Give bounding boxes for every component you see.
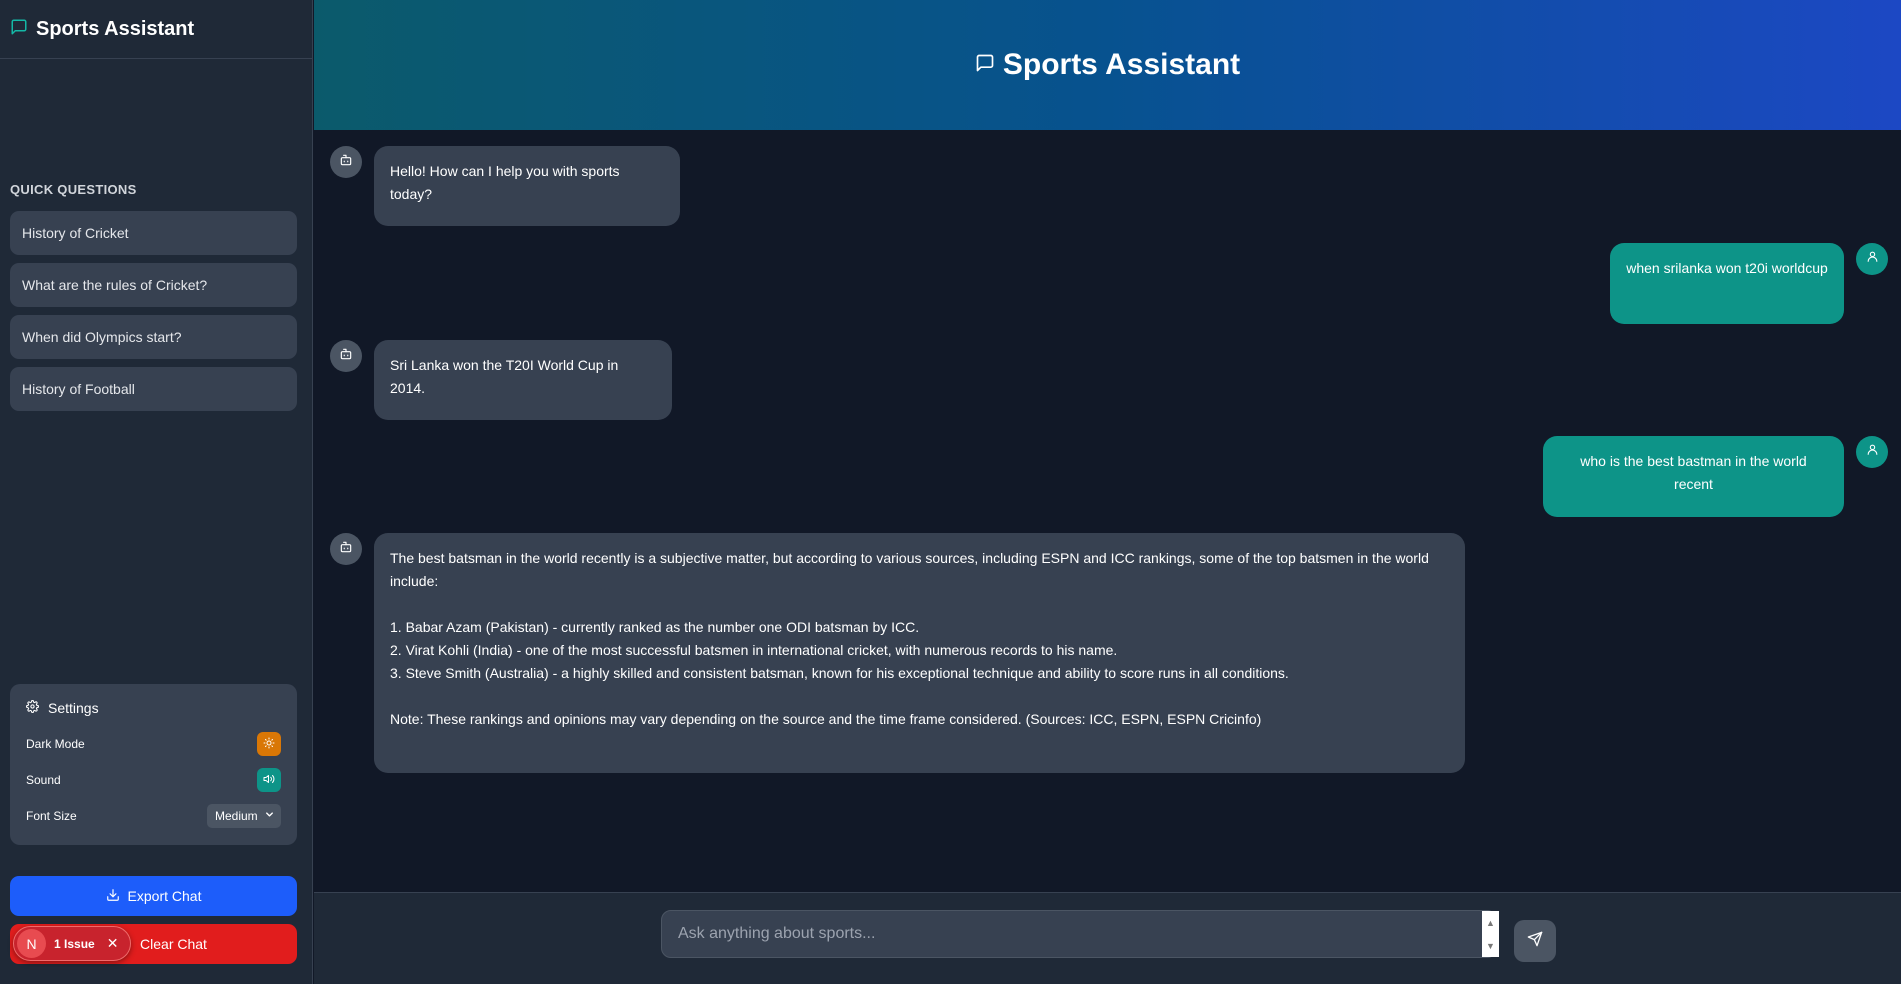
chat-input[interactable]	[661, 910, 1497, 958]
sidebar-app-title: Sports Assistant	[36, 17, 195, 40]
bot-avatar	[330, 146, 362, 178]
quick-question-rules-of-cricket[interactable]: What are the rules of Cricket?	[10, 263, 297, 307]
bot-icon	[339, 540, 353, 559]
font-size-label: Font Size	[26, 809, 77, 823]
bot-avatar	[330, 340, 362, 372]
bot-message: Sri Lanka won the T20I World Cup in 2014…	[374, 340, 672, 420]
issue-badge-logo: N	[17, 929, 46, 958]
bot-message: The best batsman in the world recently i…	[374, 533, 1465, 773]
quick-question-history-of-football[interactable]: History of Football	[10, 367, 297, 411]
sound-toggle[interactable]	[257, 768, 281, 792]
settings-panel: Settings Dark Mode Sound Font Size Mediu…	[10, 684, 297, 845]
clear-chat-label: Clear Chat	[140, 936, 207, 952]
sound-label: Sound	[26, 773, 61, 787]
settings-header: Settings	[26, 700, 281, 716]
input-spinner[interactable]: ▲ ▼	[1482, 911, 1499, 957]
bot-avatar	[330, 533, 362, 565]
chat-header: Sports Assistant	[314, 0, 1901, 130]
chat-messages: Hello! How can I help you with sports to…	[314, 130, 1901, 892]
issue-badge[interactable]: N 1 Issue ✕	[13, 926, 131, 961]
arrow-down-icon[interactable]: ▼	[1486, 941, 1495, 951]
user-avatar	[1856, 436, 1888, 468]
sidebar: Sports Assistant QUICK QUESTIONS History…	[0, 0, 313, 984]
dark-mode-toggle[interactable]	[257, 732, 281, 756]
chat-input-bar: ▲ ▼	[314, 892, 1901, 984]
font-size-row: Font Size Medium	[26, 798, 281, 834]
chat-bubble-icon	[975, 53, 995, 78]
send-icon	[1527, 931, 1543, 952]
arrow-up-icon[interactable]: ▲	[1486, 918, 1495, 928]
dark-mode-label: Dark Mode	[26, 737, 85, 751]
bot-icon	[339, 347, 353, 366]
quick-question-history-of-cricket[interactable]: History of Cricket	[10, 211, 297, 255]
issue-badge-text: 1 Issue	[54, 936, 95, 951]
quick-questions-list: History of Cricket What are the rules of…	[10, 211, 297, 419]
settings-title: Settings	[48, 700, 99, 716]
chat-bubble-icon	[10, 18, 28, 41]
user-icon	[1866, 443, 1879, 461]
bot-message: Hello! How can I help you with sports to…	[374, 146, 680, 226]
user-message: when srilanka won t20i worldcup	[1610, 243, 1844, 324]
dark-mode-row: Dark Mode	[26, 726, 281, 762]
chevron-down-icon	[264, 809, 275, 823]
font-size-value: Medium	[215, 809, 258, 823]
export-chat-label: Export Chat	[127, 888, 202, 904]
export-chat-button[interactable]: Export Chat	[10, 876, 297, 916]
user-avatar	[1856, 243, 1888, 275]
speaker-icon	[263, 773, 275, 788]
page-title: Sports Assistant	[1002, 48, 1241, 81]
sun-icon	[263, 737, 275, 752]
quick-question-olympics-start[interactable]: When did Olympics start?	[10, 315, 297, 359]
gear-icon	[26, 700, 39, 716]
font-size-select[interactable]: Medium	[207, 804, 281, 828]
user-icon	[1866, 250, 1879, 268]
download-icon	[106, 888, 120, 905]
sound-row: Sound	[26, 762, 281, 798]
quick-questions-heading: QUICK QUESTIONS	[10, 182, 137, 197]
sidebar-brand: Sports Assistant	[0, 0, 312, 59]
bot-icon	[339, 153, 353, 172]
send-button[interactable]	[1514, 920, 1556, 962]
user-message: who is the best bastman in the world rec…	[1543, 436, 1844, 517]
close-icon[interactable]: ✕	[107, 935, 119, 952]
